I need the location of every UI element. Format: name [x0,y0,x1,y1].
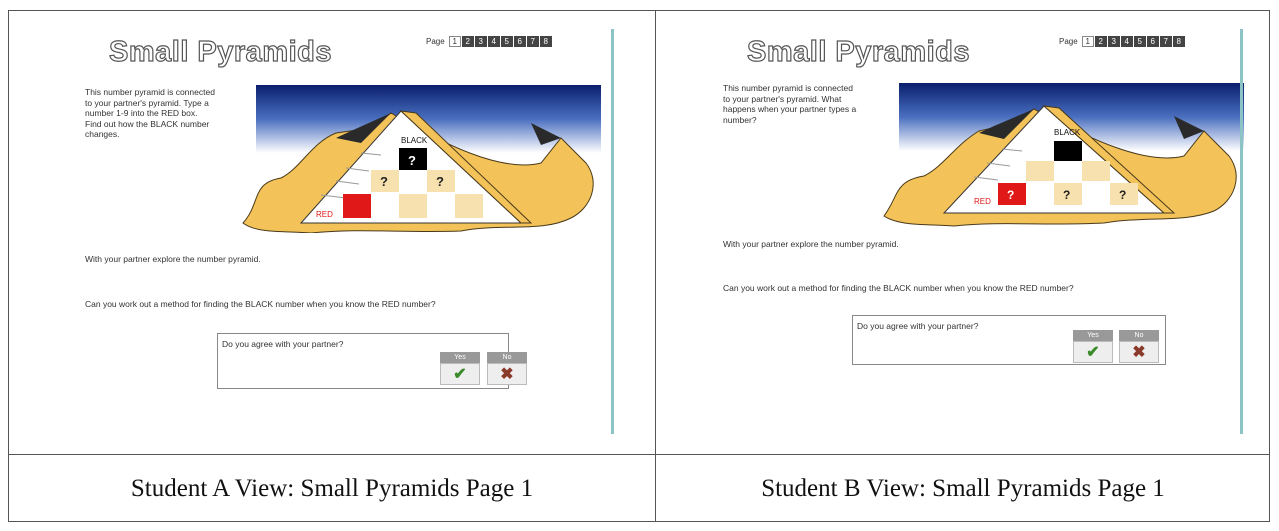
black-label: BLACK [401,136,428,145]
pyramid-cell [399,194,427,218]
agree-panel: Do you agree with your partner? Yes ✔ No… [852,315,1166,365]
question-text: Can you work out a method for finding th… [85,299,436,309]
page-button-5[interactable]: 5 [1133,36,1146,47]
page-navigator: Page 1 2 3 4 5 6 7 8 [1059,36,1186,47]
no-label: No [487,352,527,363]
pyramid-cell [1082,183,1110,205]
figure-frame: Small Pyramids Page 1 2 3 4 5 6 7 8 This… [8,10,1270,522]
pyramid-illustration: BLACK ? ? ? RED [242,85,601,233]
page-button-1[interactable]: 1 [1081,36,1094,47]
page-button-8[interactable]: 8 [539,36,552,47]
page-button-2[interactable]: 2 [1094,36,1107,47]
panel-accent-line [611,29,614,434]
caption-student-a: Student A View: Small Pyramids Page 1 [130,474,534,502]
page-button-4[interactable]: 4 [487,36,500,47]
no-button[interactable]: No ✖ [487,352,527,385]
pyramid-illustration: BLACK RED ? ? ? [883,83,1244,227]
page-button-6[interactable]: 6 [513,36,526,47]
middle-left-value: ? [380,174,388,189]
page-button-2[interactable]: 2 [461,36,474,47]
student-a-view: Small Pyramids Page 1 2 3 4 5 6 7 8 This… [9,11,619,454]
red-label: RED [316,210,333,219]
page-button-7[interactable]: 7 [526,36,539,47]
pyramid-cell [455,194,483,218]
black-label: BLACK [1054,128,1081,137]
panel-accent-line [1240,29,1243,434]
agree-question: Do you agree with your partner? [857,321,979,331]
check-icon: ✔ [440,363,480,385]
pyramid-cell [1054,161,1082,181]
page-button-1[interactable]: 1 [448,36,461,47]
cross-icon: ✖ [1119,341,1159,363]
question-text: Can you work out a method for finding th… [723,283,1074,293]
page-button-7[interactable]: 7 [1159,36,1172,47]
bottom-left-value: ? [1063,188,1070,202]
pyramid-cell [1026,161,1054,181]
pyramid-cell [371,194,399,218]
page-button-3[interactable]: 3 [1107,36,1120,47]
page-button-3[interactable]: 3 [474,36,487,47]
instructions-text: This number pyramid is connected to your… [85,87,215,139]
yes-label: Yes [1073,330,1113,341]
pyramid-cell [1082,161,1110,181]
page-title: Small Pyramids [746,35,970,68]
yes-label: Yes [440,352,480,363]
pyramid-cell [1026,183,1054,205]
red-value: ? [1007,188,1014,202]
agree-question: Do you agree with your partner? [222,339,344,349]
black-box [1054,141,1082,161]
yes-button[interactable]: Yes ✔ [440,352,480,385]
red-label: RED [974,197,991,206]
explore-text: With your partner explore the number pyr… [85,254,261,264]
page-label: Page [1059,37,1078,46]
caption-student-b: Student B View: Small Pyramids Page 1 [761,474,1165,502]
page-navigator: Page 1 2 3 4 5 6 7 8 [426,36,553,47]
explore-text: With your partner explore the number pyr… [723,239,899,249]
red-input-box[interactable] [343,194,371,218]
no-label: No [1119,330,1159,341]
pyramid-cell [399,170,427,192]
agree-panel: Do you agree with your partner? Yes ✔ No… [217,333,527,389]
page-title: Small Pyramids [108,35,332,68]
page-button-6[interactable]: 6 [1146,36,1159,47]
pyramid-cell [427,194,455,218]
student-b-view: Small Pyramids Page 1 2 3 4 5 6 7 8 This… [656,11,1266,454]
page-button-8[interactable]: 8 [1172,36,1185,47]
instructions-text: This number pyramid is connected to your… [723,83,857,125]
page-label: Page [426,37,445,46]
page-button-4[interactable]: 4 [1120,36,1133,47]
black-value: ? [408,153,416,168]
check-icon: ✔ [1073,341,1113,363]
middle-right-value: ? [436,174,444,189]
page-button-5[interactable]: 5 [500,36,513,47]
bottom-right-value: ? [1119,188,1126,202]
cross-icon: ✖ [487,363,527,385]
no-button[interactable]: No ✖ [1119,330,1159,363]
yes-button[interactable]: Yes ✔ [1073,330,1113,363]
